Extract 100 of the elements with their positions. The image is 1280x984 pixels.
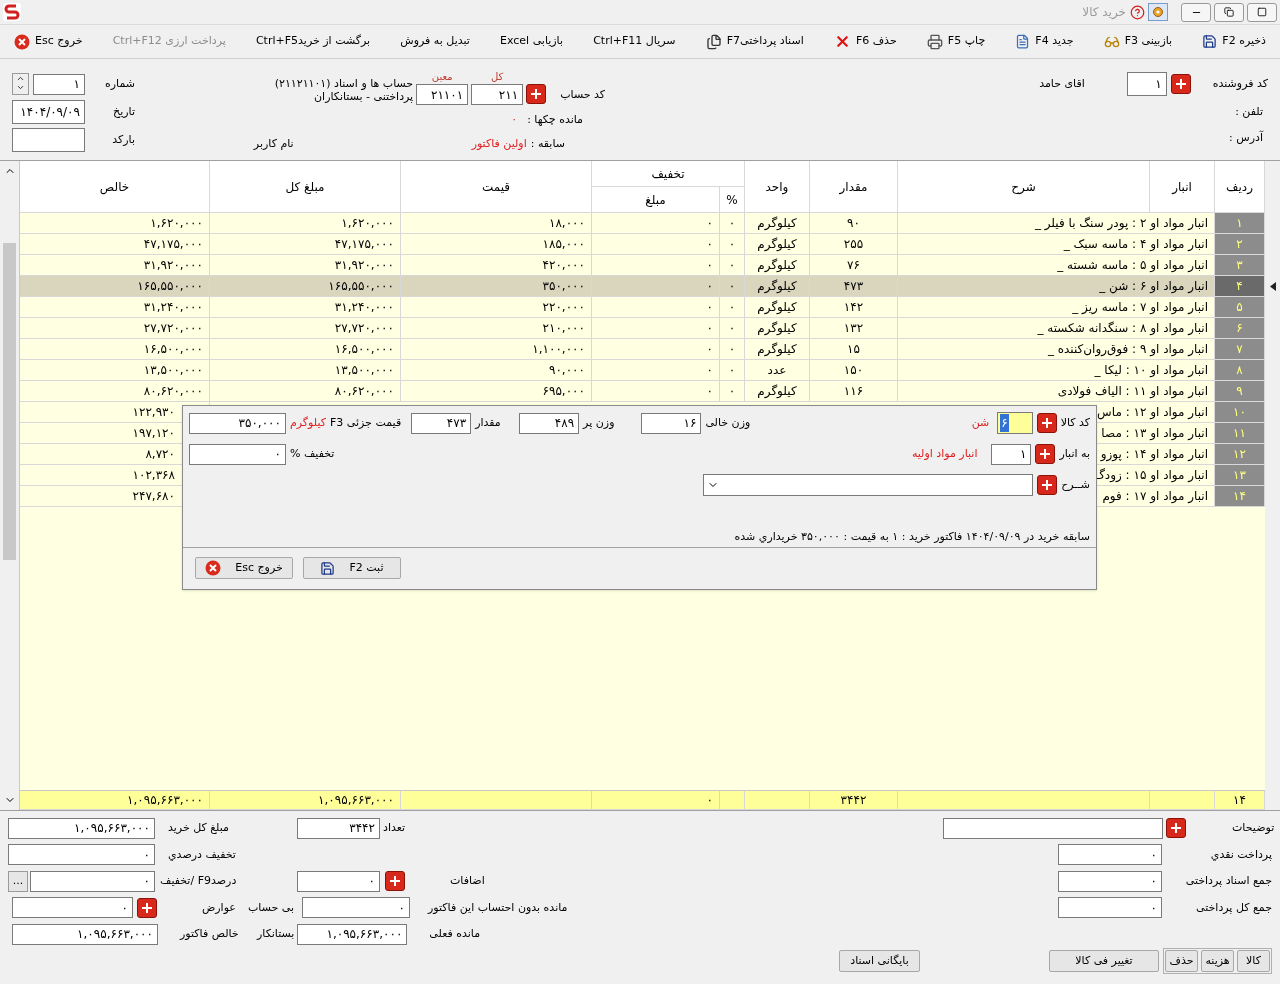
restore-button[interactable] (1214, 2, 1244, 22)
dialog-button[interactable]: ثبت F2 (303, 557, 401, 579)
text-field[interactable]: ۰ (302, 897, 411, 919)
table-cell: ۶ (1215, 318, 1265, 339)
panel-button[interactable]: هزینه (1201, 949, 1234, 972)
account-name: حساب ها و اسناد (۲۱۱۲۱۱۰۱) (274, 77, 414, 90)
spinner[interactable] (12, 73, 29, 95)
column-header[interactable]: قیمت (401, 161, 592, 213)
add-button[interactable] (1037, 475, 1058, 495)
item-code-field[interactable]: ۶ (997, 412, 1033, 434)
column-header[interactable]: مقدار (810, 161, 898, 213)
plus-icon (1170, 822, 1182, 835)
text-field[interactable]: ۱,۰۹۵,۶۶۳,۰۰۰ (12, 923, 158, 945)
panel-button[interactable]: بایگانی اسناد (839, 949, 920, 972)
field-label: مانده چکها : (527, 111, 583, 128)
text-field[interactable] (943, 817, 1163, 839)
table-cell: ۰ (592, 791, 720, 810)
toolbar-button[interactable]: جدید F4 (1015, 33, 1074, 50)
scrollbar-thumb[interactable] (3, 243, 16, 560)
text-field[interactable]: ۱,۰۹۵,۶۶۳,۰۰۰ (297, 923, 408, 945)
column-header[interactable]: واحد (745, 161, 810, 213)
table-cell: ۱ (1215, 213, 1265, 234)
table-row[interactable]: ۳۱,۹۲۰,۰۰۰ ۳۱,۹۲۰,۰۰۰ ۴۲۰,۰۰۰ ۰ ۰ کیلوگرم ۷۶ انبار مواد او ۵ : ماسه شسته _ ۳ (20, 255, 1265, 276)
maximize-button[interactable] (1247, 2, 1277, 22)
text-field[interactable]: ۱۶ (641, 412, 702, 434)
settings-icon[interactable] (1148, 3, 1168, 21)
text-field[interactable]: ۴۷۳ (411, 412, 472, 434)
text-field[interactable]: ۱۴۰۴/۰۹/۰۹ (12, 100, 85, 124)
toolbar-button[interactable]: سریال Ctrl+F11 (593, 33, 676, 50)
text-field[interactable]: ۱,۰۹۵,۶۶۳,۰۰۰ (8, 817, 155, 839)
table-row[interactable]: ۴۷,۱۷۵,۰۰۰ ۴۷,۱۷۵,۰۰۰ ۱۸۵,۰۰۰ ۰ ۰ کیلوگرم ۲۵۵ انبار مواد او ۴ : ماسه سبک _ ۲ (20, 234, 1265, 255)
row-indicator-icon (1269, 282, 1276, 291)
text-field[interactable]: ۰ (30, 870, 155, 892)
toolbar-button[interactable]: حذف F6 (833, 33, 897, 50)
text-field[interactable]: ۰ (12, 897, 133, 919)
field-label: مانده فعلی (429, 926, 481, 942)
table-row[interactable]: ۱۶,۵۰۰,۰۰۰ ۱۶,۵۰۰,۰۰۰ ۱,۱۰۰,۰۰۰ ۰ ۰ کیلوگرم ۱۵ انبار مواد او ۹ : فوق‌روان‌کننده _ ۷ (20, 339, 1265, 360)
field-label: وزن پر (583, 414, 615, 431)
text-field[interactable]: ۲۱۱ (471, 84, 524, 105)
add-button[interactable] (1036, 413, 1057, 433)
toolbar-button[interactable]: چاپ F5 (926, 33, 986, 50)
text-field[interactable]: ۰ (8, 844, 155, 866)
toolbar-button[interactable]: بازیابی Excel (500, 33, 564, 50)
toolbar-button[interactable]: خروج Esc (14, 33, 83, 50)
add-button[interactable] (1166, 818, 1186, 839)
text-field[interactable]: ۰ (1058, 897, 1162, 919)
panel-button[interactable]: تغییر فی کالا (1049, 949, 1159, 972)
table-row[interactable]: ۸۰,۶۲۰,۰۰۰ ۸۰,۶۲۰,۰۰۰ ۶۹۵,۰۰۰ ۰ ۰ کیلوگرم ۱۱۶ انبار مواد او ۱۱ : الیاف فولادی ۹ (20, 381, 1265, 402)
table-row[interactable]: ۱۳,۵۰۰,۰۰۰ ۱۳,۵۰۰,۰۰۰ ۹۰,۰۰۰ ۰ ۰ عدد ۱۵۰ انبار مواد او ۱۰ : لیکا _ ۸ (20, 360, 1265, 381)
column-header[interactable]: مبلغ کل (210, 161, 401, 213)
table-row[interactable]: ۱,۶۲۰,۰۰۰ ۱,۶۲۰,۰۰۰ ۱۸,۰۰۰ ۰ ۰ کیلوگرم ۹۰ انبار مواد او ۲ : پودر سنگ با فیلر _ ۱ (20, 213, 1265, 234)
toolbar-button[interactable]: بازبینی F3 (1103, 33, 1173, 50)
text-field[interactable]: ۳۵۰,۰۰۰ (189, 412, 286, 434)
text-field[interactable]: ۲۱۱۰۱ (416, 84, 469, 105)
column-header[interactable]: تخفیف (592, 161, 745, 187)
text-field[interactable]: ۳۴۴۲ (297, 817, 380, 839)
toolbar-button[interactable]: تبدیل به فروش (400, 33, 470, 50)
column-header[interactable]: انبار (1150, 161, 1215, 213)
table-row[interactable]: ۲۷,۷۲۰,۰۰۰ ۲۷,۷۲۰,۰۰۰ ۲۱۰,۰۰۰ ۰ ۰ کیلوگرم ۱۳۲ انبار مواد او ۸ : سنگدانه شکسته _ ۶ (20, 318, 1265, 339)
text-field[interactable]: ۰ (297, 870, 380, 892)
minimize-button[interactable] (1181, 2, 1211, 22)
column-header[interactable]: مبلغ (592, 187, 720, 213)
column-header[interactable]: خالص (20, 161, 210, 213)
text-field[interactable]: ۱ (991, 443, 1032, 465)
help-icon[interactable] (1130, 4, 1145, 20)
text-field[interactable]: ۱ (33, 73, 85, 95)
field-label: تعداد (383, 820, 406, 836)
toolbar-button[interactable]: اسناد پرداختیF7 (705, 33, 804, 50)
panel-button[interactable]: کالا (1237, 949, 1270, 972)
text-field[interactable]: ۰ (1058, 870, 1162, 892)
table-row[interactable]: ۳۱,۲۴۰,۰۰۰ ۳۱,۲۴۰,۰۰۰ ۲۲۰,۰۰۰ ۰ ۰ کیلوگرم ۱۴۲ انبار مواد او ۷ : ماسه ریز _ ۵ (20, 297, 1265, 318)
column-header[interactable]: % (720, 187, 745, 213)
field-label: شماره (105, 75, 135, 92)
description-dropdown[interactable] (703, 474, 1034, 496)
supplier-name: اقای حامد (1039, 75, 1085, 92)
toolbar-button[interactable]: برگشت از خریدCtrl+F5 (255, 33, 371, 50)
add-button[interactable] (385, 871, 405, 892)
more-button[interactable]: ... (8, 870, 28, 892)
dialog-button[interactable]: خروج Esc (195, 557, 293, 579)
table-row[interactable]: ۱۶۵,۵۵۰,۰۰۰ ۱۶۵,۵۵۰,۰۰۰ ۳۵۰,۰۰۰ ۰ ۰ کیلوگرم ۴۷۳ انبار مواد او ۶ : شن _ ۴ (20, 276, 1265, 297)
table-cell (745, 791, 810, 810)
add-button[interactable] (1035, 444, 1056, 464)
column-header[interactable]: شرح (898, 161, 1150, 213)
text-field[interactable] (12, 128, 85, 152)
table-cell: ۷ (1215, 339, 1265, 360)
save-icon (1202, 34, 1218, 49)
column-header[interactable]: ردیف (1215, 161, 1265, 213)
text-field[interactable]: ۴۸۹ (519, 412, 580, 434)
table-cell: ۳ (1215, 255, 1265, 276)
text-field[interactable]: ۰ (189, 443, 286, 465)
text-field[interactable]: ۰ (1058, 844, 1162, 866)
add-button[interactable] (137, 897, 157, 918)
field-label: کد فروشنده (1212, 75, 1268, 92)
add-button[interactable] (1170, 74, 1191, 94)
panel-button[interactable]: حذف (1165, 949, 1198, 972)
scrollbar[interactable] (0, 161, 20, 810)
add-button[interactable] (526, 84, 547, 104)
toolbar-button[interactable]: ذخیره F2 (1202, 33, 1266, 50)
table-cell: ۲ (1215, 234, 1265, 255)
text-field[interactable]: ۱ (1126, 72, 1167, 96)
